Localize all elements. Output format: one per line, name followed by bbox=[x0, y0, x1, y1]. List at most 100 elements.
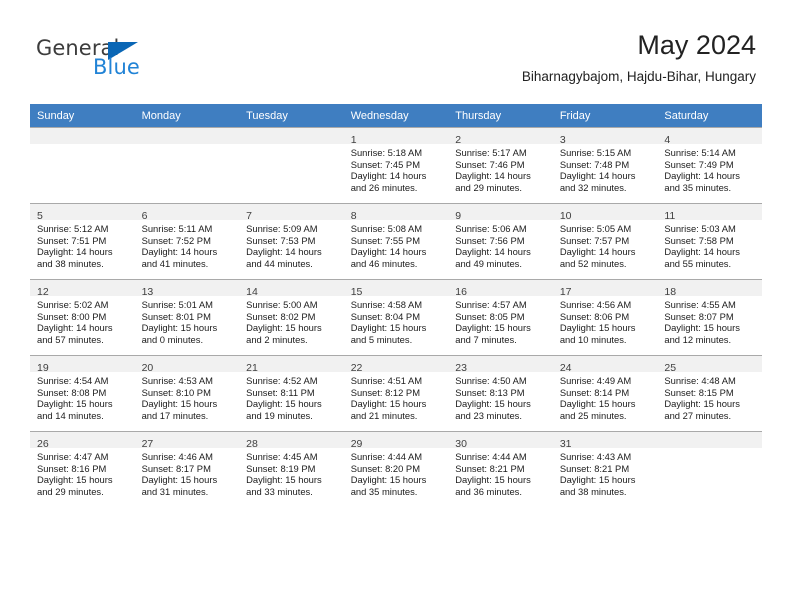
day-details: Sunrise: 5:05 AM Sunset: 7:57 PM Daylight:… bbox=[553, 220, 658, 269]
calendar-day-cell[interactable]: 22 Sunrise: 4:51 AM Sunset: 8:12 PM Dayligh… bbox=[343, 355, 449, 431]
day-details: Sunrise: 5:02 AM Sunset: 8:00 PM Daylight:… bbox=[30, 296, 135, 345]
daylight-text: Daylight: 15 hours and 25 minutes. bbox=[559, 398, 636, 421]
daylight-text: Daylight: 14 hours and 52 minutes. bbox=[559, 246, 636, 269]
calendar-day-cell[interactable]: 27 Sunrise: 4:46 AM Sunset: 8:17 PM Dayligh… bbox=[134, 431, 240, 507]
day-number: 10 bbox=[559, 210, 572, 222]
day-number-strip: 13 bbox=[134, 280, 240, 298]
calendar-day-cell[interactable]: 8 Sunrise: 5:08 AM Sunset: 7:55 PM Daylight… bbox=[343, 203, 449, 279]
calendar-day-cell[interactable]: 19 Sunrise: 4:54 AM Sunset: 8:08 PM Dayligh… bbox=[30, 355, 135, 431]
daylight-text: Daylight: 14 hours and 49 minutes. bbox=[455, 246, 531, 269]
day-number-strip: 18 bbox=[657, 280, 762, 298]
calendar-day-cell[interactable]: 4 Sunrise: 5:14 AM Sunset: 7:49 PM Daylight… bbox=[657, 127, 762, 203]
day-number-strip: 22 bbox=[343, 356, 449, 374]
calendar-week-row: 5 Sunrise: 5:12 AM Sunset: 7:51 PM Daylight… bbox=[30, 203, 762, 279]
sunrise-text: Sunrise: 5:12 AM bbox=[37, 223, 109, 234]
calendar-day-cell[interactable]: 16 Sunrise: 4:57 AM Sunset: 8:05 PM Dayligh… bbox=[448, 279, 553, 355]
day-number-strip: 20 bbox=[134, 356, 240, 374]
calendar-day-cell[interactable]: 2 Sunrise: 5:17 AM Sunset: 7:46 PM Daylight… bbox=[448, 127, 553, 203]
sunrise-text: Sunrise: 4:57 AM bbox=[455, 299, 527, 310]
calendar-day-cell[interactable]: 18 Sunrise: 4:55 AM Sunset: 8:07 PM Dayligh… bbox=[657, 279, 762, 355]
day-number: 11 bbox=[664, 210, 676, 222]
day-number-strip: 3 bbox=[552, 128, 658, 146]
sunset-text: Sunset: 8:12 PM bbox=[350, 386, 420, 398]
day-number: 31 bbox=[559, 438, 572, 450]
sunrise-text: Sunrise: 4:52 AM bbox=[246, 375, 318, 386]
calendar-day-cell[interactable]: 15 Sunrise: 4:58 AM Sunset: 8:04 PM Dayligh… bbox=[343, 279, 449, 355]
calendar-day-cell[interactable]: 29 Sunrise: 4:44 AM Sunset: 8:20 PM Dayligh… bbox=[343, 431, 449, 507]
calendar-day-cell[interactable]: 1 Sunrise: 5:18 AM Sunset: 7:45 PM Daylight… bbox=[343, 127, 449, 203]
sunset-text: Sunset: 8:21 PM bbox=[455, 462, 525, 474]
day-number-strip: 1 bbox=[343, 128, 449, 146]
sunrise-text: Sunrise: 4:46 AM bbox=[141, 451, 213, 462]
day-number-strip: 4 bbox=[657, 128, 762, 146]
calendar-day-cell[interactable]: 25 Sunrise: 4:48 AM Sunset: 8:15 PM Dayligh… bbox=[657, 355, 762, 431]
general-blue-logo[interactable]: General Blue bbox=[30, 36, 230, 92]
weekday-header-monday: Monday bbox=[134, 104, 240, 127]
page-title: May 2024 bbox=[637, 30, 756, 60]
day-details: Sunrise: 5:08 AM Sunset: 7:55 PM Daylight:… bbox=[344, 220, 449, 269]
day-details: Sunrise: 5:09 AM Sunset: 7:53 PM Daylight:… bbox=[239, 220, 344, 269]
calendar-day-cell[interactable]: 13 Sunrise: 5:01 AM Sunset: 8:01 PM Dayligh… bbox=[134, 279, 240, 355]
calendar-day-cell[interactable]: 11 Sunrise: 5:03 AM Sunset: 7:58 PM Dayligh… bbox=[657, 203, 762, 279]
day-details: Sunrise: 5:18 AM Sunset: 7:45 PM Daylight:… bbox=[344, 144, 449, 193]
day-number: 5 bbox=[37, 210, 43, 222]
daylight-text: Daylight: 14 hours and 35 minutes. bbox=[664, 170, 740, 193]
day-details: Sunrise: 4:46 AM Sunset: 8:17 PM Daylight:… bbox=[135, 448, 240, 497]
calendar-day-cell[interactable]: 31 Sunrise: 4:43 AM Sunset: 8:21 PM Dayligh… bbox=[552, 431, 658, 507]
sunrise-text: Sunrise: 5:18 AM bbox=[350, 147, 423, 158]
calendar-day-cell[interactable]: 12 Sunrise: 5:02 AM Sunset: 8:00 PM Dayligh… bbox=[30, 279, 135, 355]
sunset-text: Sunset: 8:08 PM bbox=[37, 386, 107, 398]
title-block: May 2024 Biharnagybajom, Hajdu-Bihar, Hu… bbox=[522, 28, 756, 85]
sunrise-text: Sunrise: 5:02 AM bbox=[37, 299, 109, 310]
sunrise-text: Sunrise: 4:44 AM bbox=[455, 451, 527, 462]
day-details: Sunrise: 4:45 AM Sunset: 8:19 PM Daylight:… bbox=[239, 448, 344, 497]
sunset-text: Sunset: 8:05 PM bbox=[455, 310, 525, 322]
daylight-text: Daylight: 15 hours and 29 minutes. bbox=[37, 474, 113, 497]
calendar-day-cell[interactable]: 21 Sunrise: 4:52 AM Sunset: 8:11 PM Dayligh… bbox=[239, 355, 344, 431]
calendar-day-cell[interactable]: 10 Sunrise: 5:05 AM Sunset: 7:57 PM Dayligh… bbox=[552, 203, 658, 279]
daylight-text: Daylight: 15 hours and 35 minutes. bbox=[350, 474, 427, 497]
day-details: Sunrise: 4:44 AM Sunset: 8:20 PM Daylight:… bbox=[344, 448, 449, 497]
daylight-text: Daylight: 15 hours and 23 minutes. bbox=[455, 398, 531, 421]
daylight-text: Daylight: 15 hours and 19 minutes. bbox=[246, 398, 322, 421]
day-number: 17 bbox=[559, 286, 572, 298]
calendar-day-cell[interactable]: 3 Sunrise: 5:15 AM Sunset: 7:48 PM Daylight… bbox=[552, 127, 658, 203]
day-number: 24 bbox=[559, 362, 572, 374]
day-number: 2 bbox=[455, 134, 462, 146]
day-number: 23 bbox=[455, 362, 467, 374]
calendar-day-cell[interactable]: 6 Sunrise: 5:11 AM Sunset: 7:52 PM Daylight… bbox=[134, 203, 240, 279]
calendar-day-cell[interactable]: 28 Sunrise: 4:45 AM Sunset: 8:19 PM Dayligh… bbox=[239, 431, 344, 507]
daylight-text: Daylight: 15 hours and 10 minutes. bbox=[559, 322, 636, 345]
calendar-day-cell[interactable]: 14 Sunrise: 5:00 AM Sunset: 8:02 PM Dayligh… bbox=[239, 279, 344, 355]
calendar-day-cell[interactable]: 23 Sunrise: 4:50 AM Sunset: 8:13 PM Dayligh… bbox=[448, 355, 553, 431]
daylight-text: Daylight: 15 hours and 7 minutes. bbox=[455, 322, 531, 345]
sunrise-text: Sunrise: 5:06 AM bbox=[455, 223, 527, 234]
day-number: 28 bbox=[246, 438, 258, 450]
sunset-text: Sunset: 7:52 PM bbox=[141, 234, 211, 246]
calendar-day-cell[interactable]: 26 Sunrise: 4:47 AM Sunset: 8:16 PM Dayligh… bbox=[30, 431, 135, 507]
sunset-text: Sunset: 8:21 PM bbox=[559, 462, 630, 474]
calendar-day-cell[interactable]: 20 Sunrise: 4:53 AM Sunset: 8:10 PM Dayligh… bbox=[134, 355, 240, 431]
daylight-text: Daylight: 14 hours and 26 minutes. bbox=[350, 170, 427, 193]
sunset-text: Sunset: 8:04 PM bbox=[350, 310, 420, 322]
day-number: 16 bbox=[455, 286, 467, 298]
calendar-day-cell[interactable]: 7 Sunrise: 5:09 AM Sunset: 7:53 PM Daylight… bbox=[239, 203, 344, 279]
sunrise-text: Sunrise: 4:47 AM bbox=[37, 451, 109, 462]
sunset-text: Sunset: 8:02 PM bbox=[246, 310, 316, 322]
calendar-day-cell[interactable]: 5 Sunrise: 5:12 AM Sunset: 7:51 PM Daylight… bbox=[30, 203, 135, 279]
day-details: Sunrise: 5:00 AM Sunset: 8:02 PM Daylight:… bbox=[239, 296, 344, 345]
day-number-strip: 7 bbox=[239, 204, 344, 222]
day-details: Sunrise: 5:06 AM Sunset: 7:56 PM Daylight:… bbox=[448, 220, 553, 269]
calendar-day-cell[interactable]: 9 Sunrise: 5:06 AM Sunset: 7:56 PM Daylight… bbox=[448, 203, 553, 279]
calendar-day-cell[interactable]: 24 Sunrise: 4:49 AM Sunset: 8:14 PM Dayligh… bbox=[552, 355, 658, 431]
day-number: 26 bbox=[37, 438, 49, 450]
calendar-day-cell[interactable]: 30 Sunrise: 4:44 AM Sunset: 8:21 PM Dayligh… bbox=[448, 431, 553, 507]
calendar-day-cell[interactable]: 17 Sunrise: 4:56 AM Sunset: 8:06 PM Dayligh… bbox=[552, 279, 658, 355]
daylight-text: Daylight: 15 hours and 0 minutes. bbox=[141, 322, 218, 345]
day-details: Sunrise: 4:49 AM Sunset: 8:14 PM Daylight:… bbox=[553, 372, 658, 421]
daylight-text: Daylight: 15 hours and 31 minutes. bbox=[141, 474, 218, 497]
sunrise-text: Sunrise: 5:08 AM bbox=[350, 223, 423, 234]
sunset-text: Sunset: 8:16 PM bbox=[37, 462, 107, 474]
sunset-text: Sunset: 8:01 PM bbox=[141, 310, 211, 322]
daylight-text: Daylight: 14 hours and 38 minutes. bbox=[37, 246, 113, 269]
